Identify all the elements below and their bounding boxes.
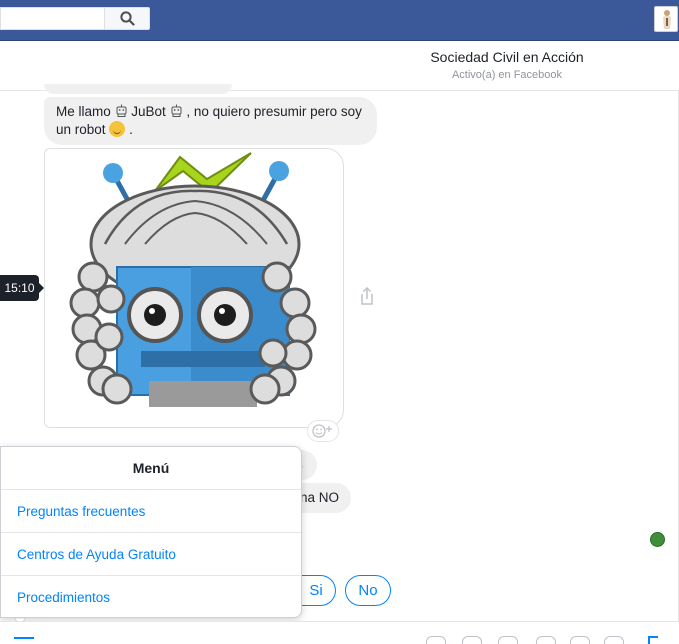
person-figure-icon xyxy=(663,10,671,29)
previous-message-bubble xyxy=(44,84,232,94)
active-status: Activo(a) en Facebook xyxy=(451,69,563,81)
smiley-plus-icon xyxy=(312,424,332,438)
gif-icon[interactable] xyxy=(462,636,482,644)
search-button[interactable] xyxy=(104,7,150,30)
search-input[interactable] xyxy=(0,7,104,30)
image-attach-icon[interactable] xyxy=(498,636,518,644)
bot-avatar xyxy=(650,532,665,547)
message-composer xyxy=(0,621,679,644)
share-icon xyxy=(361,286,373,305)
camera-icon[interactable] xyxy=(536,636,556,644)
message-text: . xyxy=(129,122,133,137)
sticker-icon[interactable] xyxy=(426,636,446,644)
top-navigation-bar xyxy=(0,0,679,41)
payment-icon[interactable] xyxy=(570,636,590,644)
quick-reply-no-button[interactable]: No xyxy=(345,575,391,606)
user-avatar[interactable] xyxy=(654,6,678,32)
bot-name: JuBot xyxy=(131,104,166,119)
message-bubble: Me llamo JuBot , no quiero presumir pero… xyxy=(44,97,377,145)
message-text: na NO xyxy=(299,490,339,505)
add-reaction-button[interactable] xyxy=(307,420,339,442)
message-text: Me llamo xyxy=(56,104,115,119)
like-icon[interactable] xyxy=(648,636,658,644)
menu-title: Menú xyxy=(1,447,301,490)
robot-emoji-icon xyxy=(116,104,127,117)
robot-emoji-icon xyxy=(171,104,182,117)
menu-item-centros-de-ayuda[interactable]: Centros de Ayuda Gratuito xyxy=(1,533,301,576)
robot-judge-image[interactable] xyxy=(44,148,344,428)
conversation-title[interactable]: Sociedad Civil en Acción xyxy=(400,49,614,65)
message-timestamp-tooltip: 15:10 xyxy=(0,275,44,301)
search-icon xyxy=(119,11,135,26)
menu-toggle-icon[interactable] xyxy=(14,637,34,643)
share-button[interactable] xyxy=(356,285,378,307)
quick-reply-si-button[interactable]: Si xyxy=(296,575,336,606)
jubot-robot-illustration-icon xyxy=(69,152,317,407)
game-icon[interactable] xyxy=(604,636,624,644)
persistent-menu: Menú Preguntas frecuentes Centros de Ayu… xyxy=(0,446,302,618)
menu-item-procedimientos[interactable]: Procedimientos xyxy=(1,576,301,619)
menu-item-preguntas-frecuentes[interactable]: Preguntas frecuentes xyxy=(1,490,301,533)
relieved-face-emoji-icon xyxy=(109,121,126,137)
